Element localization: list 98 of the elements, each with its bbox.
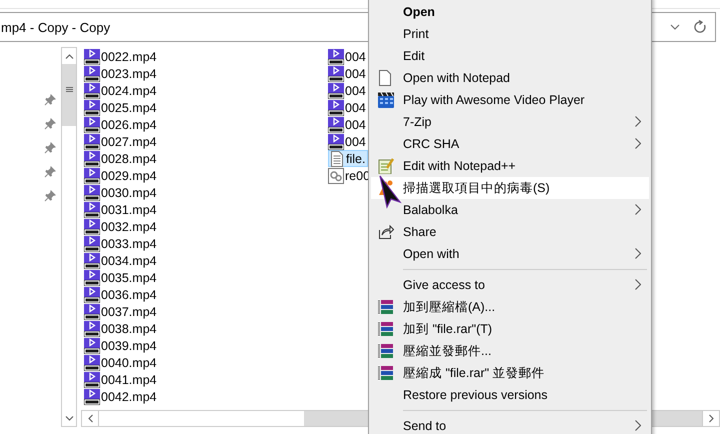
refresh-icon[interactable]	[694, 20, 707, 34]
video-file-icon	[84, 354, 100, 370]
archive-books-icon	[378, 321, 394, 337]
file-item[interactable]: 0031.mp4	[84, 201, 159, 218]
video-file-icon	[328, 48, 344, 64]
file-item[interactable]: 0030.mp4	[84, 184, 159, 201]
file-item[interactable]: 004	[328, 133, 368, 150]
menu-item[interactable]: Give access to	[371, 274, 649, 296]
pin-icon	[44, 166, 56, 178]
file-item[interactable]: 0037.mp4	[84, 303, 159, 320]
file-item[interactable]: 004	[328, 48, 368, 65]
file-item[interactable]: 004	[328, 99, 368, 116]
file-item[interactable]: 0040.mp4	[84, 354, 159, 371]
menu-item[interactable]: Share	[371, 221, 649, 243]
video-file-icon	[84, 134, 100, 150]
video-file-icon	[84, 388, 100, 404]
video-file-icon	[328, 134, 344, 150]
menu-item[interactable]: Open with Notepad	[371, 67, 649, 89]
file-item[interactable]: 0024.mp4	[84, 82, 159, 99]
file-item[interactable]: 0038.mp4	[84, 320, 159, 337]
menu-item[interactable]: Balabolka	[371, 199, 649, 221]
file-item[interactable]: 0032.mp4	[84, 218, 159, 235]
archive-books-icon	[378, 343, 394, 359]
text-file-icon	[329, 150, 345, 166]
file-item[interactable]: 004	[328, 82, 368, 99]
video-file-icon	[84, 184, 100, 200]
video-file-icon	[84, 150, 100, 166]
video-file-icon	[84, 372, 100, 388]
pin-icon	[44, 94, 56, 106]
video-file-icon	[84, 202, 100, 218]
vertical-scrollbar[interactable]	[61, 47, 77, 427]
file-item[interactable]: 0028.mp4	[84, 150, 159, 167]
video-file-icon	[328, 116, 344, 132]
menu-item[interactable]: 7-Zip	[371, 111, 649, 133]
menu-item[interactable]: Print	[371, 23, 649, 45]
menu-item[interactable]: Edit with Notepad++	[371, 155, 649, 177]
file-item[interactable]: 0025.mp4	[84, 99, 159, 116]
file-item[interactable]: 004	[328, 116, 368, 133]
video-file-icon	[84, 66, 100, 82]
file-item[interactable]: 0033.mp4	[84, 235, 159, 252]
archive-books-icon	[378, 365, 394, 381]
file-item[interactable]: 0036.mp4	[84, 286, 159, 303]
menu-item[interactable]: 加到 "file.rar"(T)	[371, 318, 649, 340]
page-icon	[378, 70, 392, 86]
file-item[interactable]: 0039.mp4	[84, 337, 159, 354]
mouse-cursor-icon	[378, 175, 402, 209]
video-file-icon	[84, 100, 100, 116]
file-item[interactable]: file.	[328, 150, 368, 167]
grip-icon	[66, 87, 72, 92]
pin-icon	[44, 118, 56, 130]
menu-item[interactable]: Open with	[371, 243, 649, 265]
video-file-icon	[84, 116, 100, 132]
share-icon	[378, 224, 394, 240]
menu-item[interactable]: CRC SHA	[371, 133, 649, 155]
scroll-left-icon[interactable]	[88, 414, 92, 423]
menu-item[interactable]: 壓縮並發郵件...	[371, 340, 649, 362]
clapperboard-icon	[378, 92, 394, 108]
video-file-icon	[84, 252, 100, 268]
file-item[interactable]: 0026.mp4	[84, 116, 159, 133]
pin-icon	[44, 142, 56, 154]
video-file-icon	[328, 82, 344, 98]
menu-item[interactable]: Play with Awesome Video Player	[371, 89, 649, 111]
video-file-icon	[84, 168, 100, 184]
chevron-down-icon[interactable]	[670, 24, 680, 30]
menu-item[interactable]: Restore previous versions	[371, 384, 649, 406]
file-item[interactable]: 0042.mp4	[84, 388, 159, 405]
file-item[interactable]: 0027.mp4	[84, 133, 159, 150]
video-file-icon	[84, 236, 100, 252]
video-file-icon	[84, 286, 100, 302]
menu-item[interactable]: 掃描選取項目中的病毒(S)	[371, 177, 649, 199]
video-file-icon	[84, 82, 100, 98]
menu-item[interactable]: Send to	[371, 415, 649, 434]
address-path: mp4 - Copy - Copy	[0, 20, 110, 34]
archive-books-icon	[378, 299, 394, 315]
video-file-icon	[84, 218, 100, 234]
video-file-icon	[328, 66, 344, 82]
video-file-icon	[328, 100, 344, 116]
scroll-up-icon[interactable]	[64, 54, 74, 58]
video-file-icon	[84, 338, 100, 354]
video-file-icon	[84, 48, 100, 64]
pin-icon	[44, 190, 56, 202]
file-item[interactable]: 0029.mp4	[84, 167, 159, 184]
video-file-icon	[84, 304, 100, 320]
file-item[interactable]: 0041.mp4	[84, 371, 159, 388]
notepad-icon	[378, 158, 394, 174]
video-file-icon	[84, 270, 100, 286]
scroll-right-icon[interactable]	[708, 414, 714, 423]
menu-item[interactable]: 加到壓縮檔(A)...	[371, 296, 649, 318]
settings-file-icon	[328, 168, 344, 184]
video-file-icon	[84, 320, 100, 336]
file-item[interactable]: 0034.mp4	[84, 252, 159, 269]
menu-item[interactable]: Edit	[371, 45, 649, 67]
file-item[interactable]: 0035.mp4	[84, 269, 159, 286]
scroll-down-icon[interactable]	[64, 416, 74, 420]
file-item[interactable]: 0023.mp4	[84, 65, 159, 82]
menu-item[interactable]: 壓縮成 "file.rar" 並發郵件	[371, 362, 649, 384]
file-item[interactable]: 0022.mp4	[84, 48, 159, 65]
file-item[interactable]: 004	[328, 65, 368, 82]
